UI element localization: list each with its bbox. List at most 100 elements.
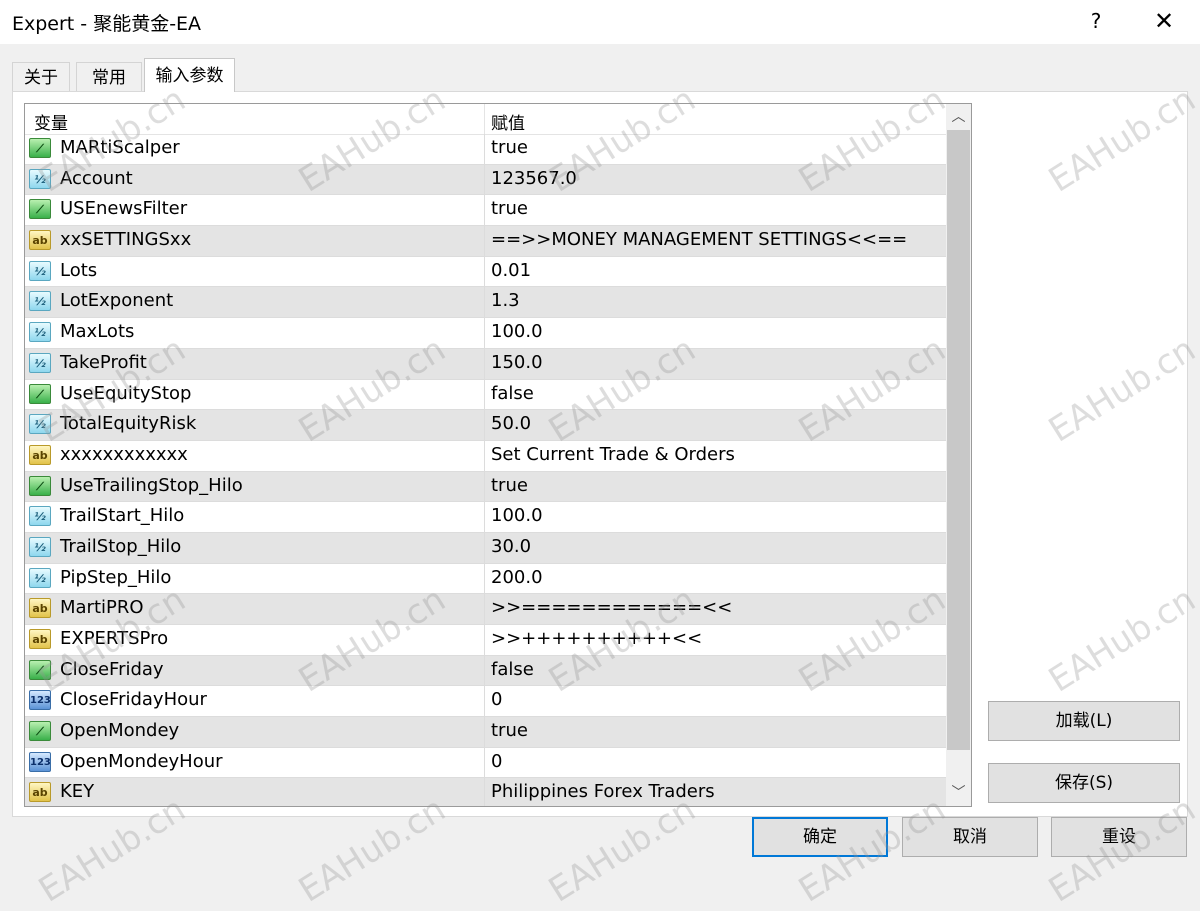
- table-row[interactable]: ⟋ UseTrailingStop_Hilo true: [25, 471, 946, 503]
- param-value[interactable]: false: [491, 659, 534, 680]
- column-divider: [484, 625, 485, 655]
- column-divider: [484, 471, 485, 502]
- cancel-button[interactable]: 取消: [902, 817, 1038, 857]
- column-divider: [484, 287, 485, 318]
- column-divider: [484, 379, 485, 410]
- param-value[interactable]: 150.0: [491, 352, 543, 373]
- table-row[interactable]: ⟋ UseEquityStop false: [25, 379, 946, 411]
- table-row[interactable]: ⟋ USEnewsFilter true: [25, 195, 946, 227]
- param-value[interactable]: Set Current Trade & Orders: [491, 444, 735, 465]
- param-value[interactable]: true: [491, 137, 528, 158]
- table-row[interactable]: ½ TrailStop_Hilo 30.0: [25, 532, 946, 564]
- param-name: xxxxxxxxxxxx: [60, 443, 188, 465]
- param-value[interactable]: true: [491, 475, 528, 496]
- table-row[interactable]: ½ TotalEquityRisk 50.0: [25, 410, 946, 441]
- table-row[interactable]: 123 CloseFridayHour 0: [25, 686, 946, 718]
- table-row[interactable]: ½ Account 123567.0: [25, 164, 946, 196]
- header-divider[interactable]: [484, 104, 485, 134]
- column-divider: [484, 164, 485, 195]
- param-value[interactable]: 0: [491, 751, 502, 772]
- param-value[interactable]: 200.0: [491, 567, 543, 588]
- param-value[interactable]: 0: [491, 689, 502, 710]
- vertical-scrollbar[interactable]: ︿ ﹀: [946, 104, 971, 806]
- double-icon: ½: [29, 322, 51, 343]
- param-value[interactable]: 0.01: [491, 260, 531, 281]
- column-divider: [484, 348, 485, 379]
- column-divider: [484, 563, 485, 594]
- header-value[interactable]: 赋值: [491, 109, 525, 134]
- column-divider: [484, 440, 485, 471]
- bool-icon: ⟋: [29, 475, 51, 496]
- bool-icon: ⟋: [29, 659, 51, 680]
- param-value[interactable]: >>++++++++++<<: [491, 628, 702, 649]
- save-button[interactable]: 保存(S): [988, 763, 1180, 803]
- param-value[interactable]: 100.0: [491, 505, 543, 526]
- load-button[interactable]: 加载(L): [988, 701, 1180, 741]
- int-icon: 123: [29, 690, 51, 711]
- column-divider: [484, 256, 485, 287]
- column-divider: [484, 747, 485, 778]
- param-value[interactable]: false: [491, 383, 534, 404]
- param-value[interactable]: >>============<<: [491, 597, 732, 618]
- column-divider: [484, 195, 485, 226]
- table-row[interactable]: ½ MaxLots 100.0: [25, 318, 946, 349]
- grid-rows: ⟋ MARtiScalper true ½ Account 123567.0 ⟋ USEnew…: [25, 134, 946, 806]
- column-divider: [484, 686, 485, 717]
- column-divider: [484, 778, 485, 806]
- header-variable[interactable]: 变量: [34, 109, 68, 134]
- table-row[interactable]: ½ Lots 0.01: [25, 256, 946, 288]
- help-button[interactable]: ?: [1066, 0, 1126, 44]
- param-value[interactable]: 100.0: [491, 321, 543, 342]
- table-row[interactable]: ab xxxxxxxxxxxx Set Current Trade & Orders: [25, 440, 946, 472]
- param-name: MARtiScalper: [60, 137, 180, 158]
- param-name: OpenMondey: [60, 720, 180, 742]
- title-bar: Expert - 聚能黄金-EA ? ✕: [0, 0, 1200, 44]
- table-row[interactable]: ½ TakeProfit 150.0: [25, 348, 946, 380]
- param-name: CloseFridayHour: [60, 689, 207, 711]
- table-row[interactable]: ½ PipStep_Hilo 200.0: [25, 563, 946, 595]
- string-icon: ab: [29, 598, 51, 619]
- table-row[interactable]: ab KEY Philippines Forex Traders: [25, 778, 946, 806]
- column-divider: [484, 318, 485, 348]
- column-divider: [484, 655, 485, 686]
- param-name: USEnewsFilter: [60, 198, 188, 220]
- table-row[interactable]: ⟋ OpenMondey true: [25, 717, 946, 748]
- scroll-down-icon[interactable]: ﹀: [946, 780, 971, 806]
- column-divider: [484, 717, 485, 747]
- param-name: OpenMondeyHour: [60, 750, 223, 772]
- param-value[interactable]: 50.0: [491, 413, 531, 434]
- string-icon: ab: [29, 444, 51, 465]
- param-value[interactable]: 30.0: [491, 536, 531, 557]
- param-value[interactable]: true: [491, 720, 528, 741]
- string-icon: ab: [29, 230, 51, 251]
- scroll-thumb[interactable]: [947, 130, 970, 750]
- tab-about[interactable]: 关于: [12, 62, 70, 92]
- param-value[interactable]: 1.3: [491, 290, 520, 311]
- table-row[interactable]: ab EXPERTSPro >>++++++++++<<: [25, 625, 946, 656]
- table-row[interactable]: ⟋ CloseFriday false: [25, 655, 946, 687]
- window-title: Expert - 聚能黄金-EA: [12, 13, 202, 35]
- table-row[interactable]: ab xxSETTINGSxx ==>>MONEY MANAGEMENT SETTI…: [25, 226, 946, 257]
- ok-button[interactable]: 确定: [752, 817, 888, 857]
- param-value[interactable]: 123567.0: [491, 168, 577, 189]
- param-value[interactable]: ==>>MONEY MANAGEMENT SETTINGS<<==: [491, 229, 907, 250]
- table-row[interactable]: ½ TrailStart_Hilo 100.0: [25, 502, 946, 533]
- tab-inputs[interactable]: 输入参数: [144, 58, 235, 92]
- param-name: MaxLots: [60, 321, 135, 343]
- int-icon: 123: [29, 751, 51, 772]
- table-row[interactable]: 123 OpenMondeyHour 0: [25, 747, 946, 779]
- close-button[interactable]: ✕: [1134, 0, 1194, 44]
- column-divider: [484, 594, 485, 624]
- double-icon: ½: [29, 291, 51, 312]
- reset-button[interactable]: 重设: [1051, 817, 1187, 857]
- param-value[interactable]: true: [491, 198, 528, 219]
- scroll-up-icon[interactable]: ︿: [946, 104, 971, 130]
- param-value[interactable]: Philippines Forex Traders: [491, 781, 715, 802]
- param-name: TrailStart_Hilo: [60, 505, 185, 527]
- param-name: UseTrailingStop_Hilo: [60, 474, 243, 496]
- table-row[interactable]: ⟋ MARtiScalper true: [25, 134, 946, 165]
- tab-common[interactable]: 常用: [76, 62, 142, 92]
- table-row[interactable]: ½ LotExponent 1.3: [25, 287, 946, 319]
- double-icon: ½: [29, 506, 51, 527]
- table-row[interactable]: ab MartiPRO >>============<<: [25, 594, 946, 625]
